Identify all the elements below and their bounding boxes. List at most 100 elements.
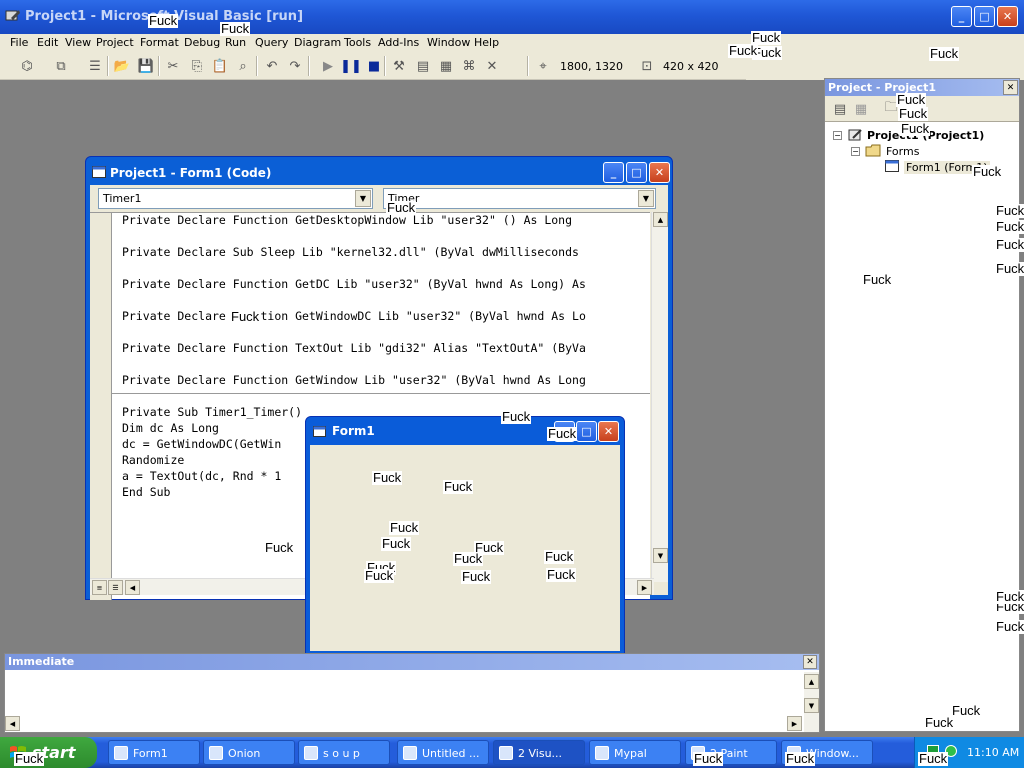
scroll-left-icon[interactable]: ◀ [5,716,20,731]
scribble-text: Fuck [972,164,1003,179]
procedure-combo[interactable]: Timer ▼ [383,188,656,209]
copy-icon[interactable]: ⎘ [188,57,206,75]
menu-run[interactable]: Run [225,36,246,49]
code-line[interactable]: End Sub [122,485,170,499]
form1-maximize-button[interactable]: □ [576,421,597,442]
form1-window[interactable]: Form1 _ □ ✕ [305,416,625,656]
full-module-view-icon[interactable]: ☰ [108,580,123,595]
form1-close-button[interactable]: ✕ [598,421,619,442]
collapse-icon[interactable]: − [851,147,860,156]
scribble-text: Fuck [372,470,403,485]
menu-window[interactable]: Window [427,36,470,49]
clock[interactable]: 11:10 AM [967,746,1019,759]
task-mypal[interactable]: Mypal [589,740,681,765]
code-line[interactable]: Private Declare Function GetDesktopWindo… [122,213,572,227]
task-onion[interactable]: Onion [203,740,295,765]
code-line[interactable]: a = TextOut(dc, Rnd * 1 [122,469,281,483]
code-line[interactable]: Private Declare Function GetWindowDC Lib… [122,309,586,323]
object-combo[interactable]: Timer1 ▼ [98,188,373,209]
code-line[interactable]: Private Sub Timer1_Timer() [122,405,302,419]
find-icon[interactable]: ⌕ [234,57,252,75]
scribble-text: Fuck [896,92,927,107]
scribble-text: Fuck [544,549,575,564]
collapse-icon[interactable]: − [833,131,842,140]
chevron-down-icon[interactable]: ▼ [638,190,654,207]
menu-file[interactable]: File [10,36,28,49]
menu-add-ins[interactable]: Add-Ins [378,36,419,49]
code-window-icon [92,166,106,178]
redo-icon[interactable]: ↷ [286,57,304,75]
menu-help[interactable]: Help [474,36,499,49]
standard-toolbar: ⌬ ⧉ ☰ 📂 💾 ✂ ⎘ 📋 ⌕ ↶ ↷ ▶ ❚❚ ■ ⚒ ▤ ▦ ⌘ ✕ ⌖… [0,52,746,80]
code-minimize-button[interactable]: _ [603,162,624,183]
scroll-right-icon[interactable]: ▶ [787,716,802,731]
menu-editor-icon[interactable]: ☰ [86,57,104,75]
size-readout: 420 x 420 [663,60,719,73]
scribble-text: Fuck [547,426,578,441]
menu-debug[interactable]: Debug [184,36,220,49]
position-readout: 1800, 1320 [560,60,623,73]
scribble-text: Fuck [995,619,1024,634]
object-combo-value: Timer1 [103,192,142,205]
menu-edit[interactable]: Edit [37,36,58,49]
view-code-icon[interactable]: ▤ [831,100,849,118]
code-window-title-bar[interactable]: Project1 - Form1 (Code) _ □ ✕ [90,161,670,183]
menu-tools[interactable]: Tools [344,36,371,49]
scroll-right-icon[interactable]: ▶ [637,580,652,595]
menu-query[interactable]: Query [255,36,288,49]
immediate-vertical-scrollbar[interactable]: ▲ ▼ [804,672,819,732]
task-soup[interactable]: s o u p [298,740,390,765]
open-project-icon[interactable]: 📂 [113,57,131,75]
menu-diagram[interactable]: Diagram [294,36,341,49]
task-form1[interactable]: Form1 [108,740,200,765]
object-browser-icon[interactable]: ⌘ [460,57,478,75]
project-explorer-icon[interactable]: ⚒ [390,57,408,75]
menu-format[interactable]: Format [140,36,179,49]
add-project-icon[interactable]: ⌬ [18,57,36,75]
menu-view[interactable]: View [65,36,91,49]
code-line[interactable]: Dim dc As Long [122,421,219,435]
minimize-button[interactable]: _ [951,6,972,27]
form-layout-icon[interactable]: ▦ [437,57,455,75]
code-line[interactable]: Private Declare Function TextOut Lib "gd… [122,341,586,355]
task-untitled[interactable]: Untitled ... [397,740,489,765]
toolbox-icon[interactable]: ✕ [483,57,501,75]
code-vertical-scrollbar[interactable]: ▲ ▼ [651,212,668,582]
break-icon[interactable]: ❚❚ [340,57,362,75]
code-line[interactable]: Private Declare Function GetWindow Lib "… [122,373,586,387]
properties-window-icon[interactable]: ▤ [414,57,432,75]
code-line[interactable]: Private Declare Function GetDC Lib "user… [122,277,586,291]
code-line[interactable]: Randomize [122,453,184,467]
project-explorer-close-button[interactable]: ✕ [1003,80,1018,95]
save-project-icon[interactable]: 💾 [137,57,155,75]
add-form-icon[interactable]: ⧉ [52,57,70,75]
scroll-up-icon[interactable]: ▲ [653,212,668,227]
immediate-window[interactable]: Immediate ✕ ▲ ▼ ◀ ▶ [4,653,820,733]
procedure-view-icon[interactable]: ≡ [92,580,107,595]
close-button[interactable]: ✕ [997,6,1018,27]
menu-project[interactable]: Project [96,36,134,49]
scroll-left-icon[interactable]: ◀ [125,580,140,595]
code-line[interactable]: Private Declare Sub Sleep Lib "kernel32.… [122,245,579,259]
undo-icon[interactable]: ↶ [263,57,281,75]
scroll-down-icon[interactable]: ▼ [804,698,819,713]
cut-icon[interactable]: ✂ [164,57,182,75]
view-object-icon[interactable]: ▦ [852,100,870,118]
form1-client-area[interactable] [310,445,620,651]
end-icon[interactable]: ■ [365,57,383,75]
chevron-down-icon[interactable]: ▼ [355,190,371,207]
notepad-icon [403,746,417,760]
scribble-text: Fuck [898,106,929,121]
start-icon[interactable]: ▶ [319,57,337,75]
immediate-close-button[interactable]: ✕ [803,655,817,669]
scroll-down-icon[interactable]: ▼ [653,548,668,563]
scroll-up-icon[interactable]: ▲ [804,674,819,689]
forms-folder-node[interactable]: Forms [886,145,919,158]
task-visual-basic-group[interactable]: 2 Visu... [493,740,585,765]
maximize-button[interactable]: □ [974,6,995,27]
form-icon [885,160,899,172]
code-maximize-button[interactable]: □ [626,162,647,183]
code-close-button[interactable]: ✕ [649,162,670,183]
code-line[interactable]: dc = GetWindowDC(GetWin [122,437,281,451]
paste-icon[interactable]: 📋 [211,57,229,75]
